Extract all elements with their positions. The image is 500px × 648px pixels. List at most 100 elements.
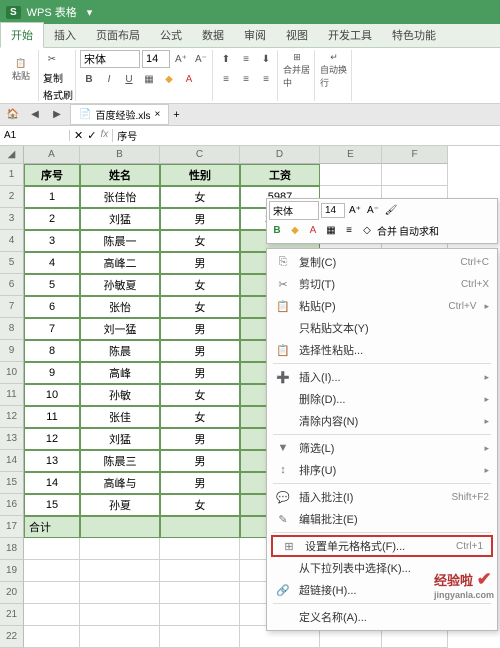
empty-cell[interactable] — [160, 538, 240, 560]
row-header[interactable]: 15 — [0, 472, 24, 494]
font-name-select[interactable]: 宋体 — [80, 50, 140, 68]
table-cell[interactable]: 4 — [24, 252, 80, 274]
empty-cell[interactable] — [160, 560, 240, 582]
table-cell[interactable]: 女 — [160, 274, 240, 296]
decrease-font-icon[interactable]: A⁻ — [192, 50, 210, 68]
table-cell[interactable]: 陈晨一 — [80, 230, 160, 252]
align-bottom-icon[interactable]: ⬇ — [257, 50, 275, 68]
table-cell[interactable]: 张佳 — [80, 406, 160, 428]
align-left-icon[interactable]: ≡ — [217, 70, 235, 88]
context-menu-item[interactable]: ✎编辑批注(E) — [267, 508, 497, 530]
tab-review[interactable]: 审阅 — [234, 23, 276, 47]
align-right-icon[interactable]: ≡ — [257, 70, 275, 88]
mini-merge-label[interactable]: 合并 — [377, 223, 397, 238]
empty-cell[interactable] — [24, 582, 80, 604]
context-menu-item[interactable]: ⊞设置单元格格式(F)...Ctrl+1 — [271, 535, 493, 557]
table-cell[interactable]: 陈晨三 — [80, 450, 160, 472]
context-menu-item[interactable]: ➕插入(I)...▸ — [267, 366, 497, 388]
table-cell[interactable]: 女 — [160, 186, 240, 208]
mini-format-painter-icon[interactable]: 🖌 — [383, 203, 399, 219]
table-cell[interactable]: 6 — [24, 296, 80, 318]
format-painter-label[interactable]: 格式刷 — [43, 87, 73, 102]
table-cell[interactable]: 孙敏夏 — [80, 274, 160, 296]
row-header[interactable]: 12 — [0, 406, 24, 428]
align-center-icon[interactable]: ≡ — [237, 70, 255, 88]
row-header[interactable]: 2 — [0, 186, 24, 208]
row-header[interactable]: 9 — [0, 340, 24, 362]
row-header[interactable]: 16 — [0, 494, 24, 516]
align-top-icon[interactable]: ⬆ — [217, 50, 235, 68]
table-cell[interactable]: 7 — [24, 318, 80, 340]
context-menu-item[interactable]: 只粘贴文本(Y) — [267, 317, 497, 339]
empty-cell[interactable] — [80, 538, 160, 560]
row-header[interactable]: 14 — [0, 450, 24, 472]
mini-increase-font-icon[interactable]: A⁺ — [347, 203, 363, 219]
table-header[interactable]: 性别 — [160, 164, 240, 186]
table-header[interactable]: 序号 — [24, 164, 80, 186]
cut-icon[interactable]: ✂ — [43, 50, 61, 68]
cancel-formula-icon[interactable]: ✕ — [74, 129, 83, 142]
titlebar-dropdown-icon[interactable]: ▾ — [87, 6, 93, 19]
copy-label[interactable]: 复制 — [43, 70, 63, 85]
table-cell[interactable]: 男 — [160, 340, 240, 362]
mini-fill-icon[interactable]: ◆ — [287, 222, 303, 238]
context-menu-item[interactable]: ▼筛选(L)▸ — [267, 437, 497, 459]
context-menu-item[interactable]: 删除(D)...▸ — [267, 388, 497, 410]
table-cell[interactable]: 3 — [24, 230, 80, 252]
mini-decrease-font-icon[interactable]: A⁻ — [365, 203, 381, 219]
formula-input[interactable]: 序号 — [113, 128, 141, 143]
mini-font-size[interactable]: 14 — [321, 203, 345, 218]
empty-cell[interactable] — [80, 604, 160, 626]
table-cell[interactable] — [80, 516, 160, 538]
row-header[interactable]: 5 — [0, 252, 24, 274]
mini-font-color-icon[interactable]: A — [305, 222, 321, 238]
border-icon[interactable]: ▦ — [140, 70, 158, 88]
empty-cell[interactable] — [382, 164, 448, 186]
confirm-formula-icon[interactable]: ✓ — [87, 129, 96, 142]
row-header[interactable]: 3 — [0, 208, 24, 230]
col-header[interactable]: E — [320, 146, 382, 164]
wrap-text-button[interactable]: ↵自动换行 — [319, 50, 349, 90]
tab-special[interactable]: 特色功能 — [382, 23, 446, 47]
paste-button[interactable]: 📋粘贴 — [6, 50, 36, 90]
empty-cell[interactable] — [320, 164, 382, 186]
table-cell[interactable]: 陈晨 — [80, 340, 160, 362]
merge-center-button[interactable]: ⊞合并居中 — [282, 50, 312, 90]
context-menu-item[interactable]: 💬插入批注(I)Shift+F2 — [267, 486, 497, 508]
table-cell[interactable]: 高峰 — [80, 362, 160, 384]
mini-autosum-label[interactable]: 自动求和 — [399, 223, 439, 238]
italic-icon[interactable]: I — [100, 70, 118, 88]
context-menu-item[interactable]: ✂剪切(T)Ctrl+X — [267, 273, 497, 295]
table-cell[interactable]: 8 — [24, 340, 80, 362]
row-header[interactable]: 13 — [0, 428, 24, 450]
fill-color-icon[interactable]: ◆ — [160, 70, 178, 88]
mini-align-icon[interactable]: ≡ — [341, 222, 357, 238]
tab-formula[interactable]: 公式 — [150, 23, 192, 47]
close-doc-icon[interactable]: × — [154, 109, 160, 120]
table-cell[interactable]: 刘猛 — [80, 208, 160, 230]
context-menu-item[interactable]: 定义名称(A)... — [267, 606, 497, 628]
col-header[interactable]: F — [382, 146, 448, 164]
mini-border-icon[interactable]: ▦ — [323, 222, 339, 238]
context-menu-item[interactable]: 📋粘贴(P)Ctrl+V▸ — [267, 295, 497, 317]
table-cell[interactable]: 男 — [160, 472, 240, 494]
table-cell[interactable]: 刘猛 — [80, 428, 160, 450]
tab-data[interactable]: 数据 — [192, 23, 234, 47]
row-header[interactable]: 20 — [0, 582, 24, 604]
table-cell[interactable]: 11 — [24, 406, 80, 428]
empty-cell[interactable] — [24, 538, 80, 560]
empty-cell[interactable] — [160, 582, 240, 604]
font-size-select[interactable]: 14 — [142, 50, 170, 68]
select-all-corner[interactable]: ◢ — [0, 146, 24, 164]
table-cell[interactable]: 女 — [160, 406, 240, 428]
tab-dev[interactable]: 开发工具 — [318, 23, 382, 47]
table-header[interactable]: 工资 — [240, 164, 320, 186]
context-menu-item[interactable]: ↕排序(U)▸ — [267, 459, 497, 481]
empty-cell[interactable] — [160, 626, 240, 648]
row-header[interactable]: 7 — [0, 296, 24, 318]
table-cell[interactable]: 1 — [24, 186, 80, 208]
underline-icon[interactable]: U — [120, 70, 138, 88]
table-cell[interactable]: 男 — [160, 318, 240, 340]
bold-icon[interactable]: B — [80, 70, 98, 88]
empty-cell[interactable] — [24, 604, 80, 626]
